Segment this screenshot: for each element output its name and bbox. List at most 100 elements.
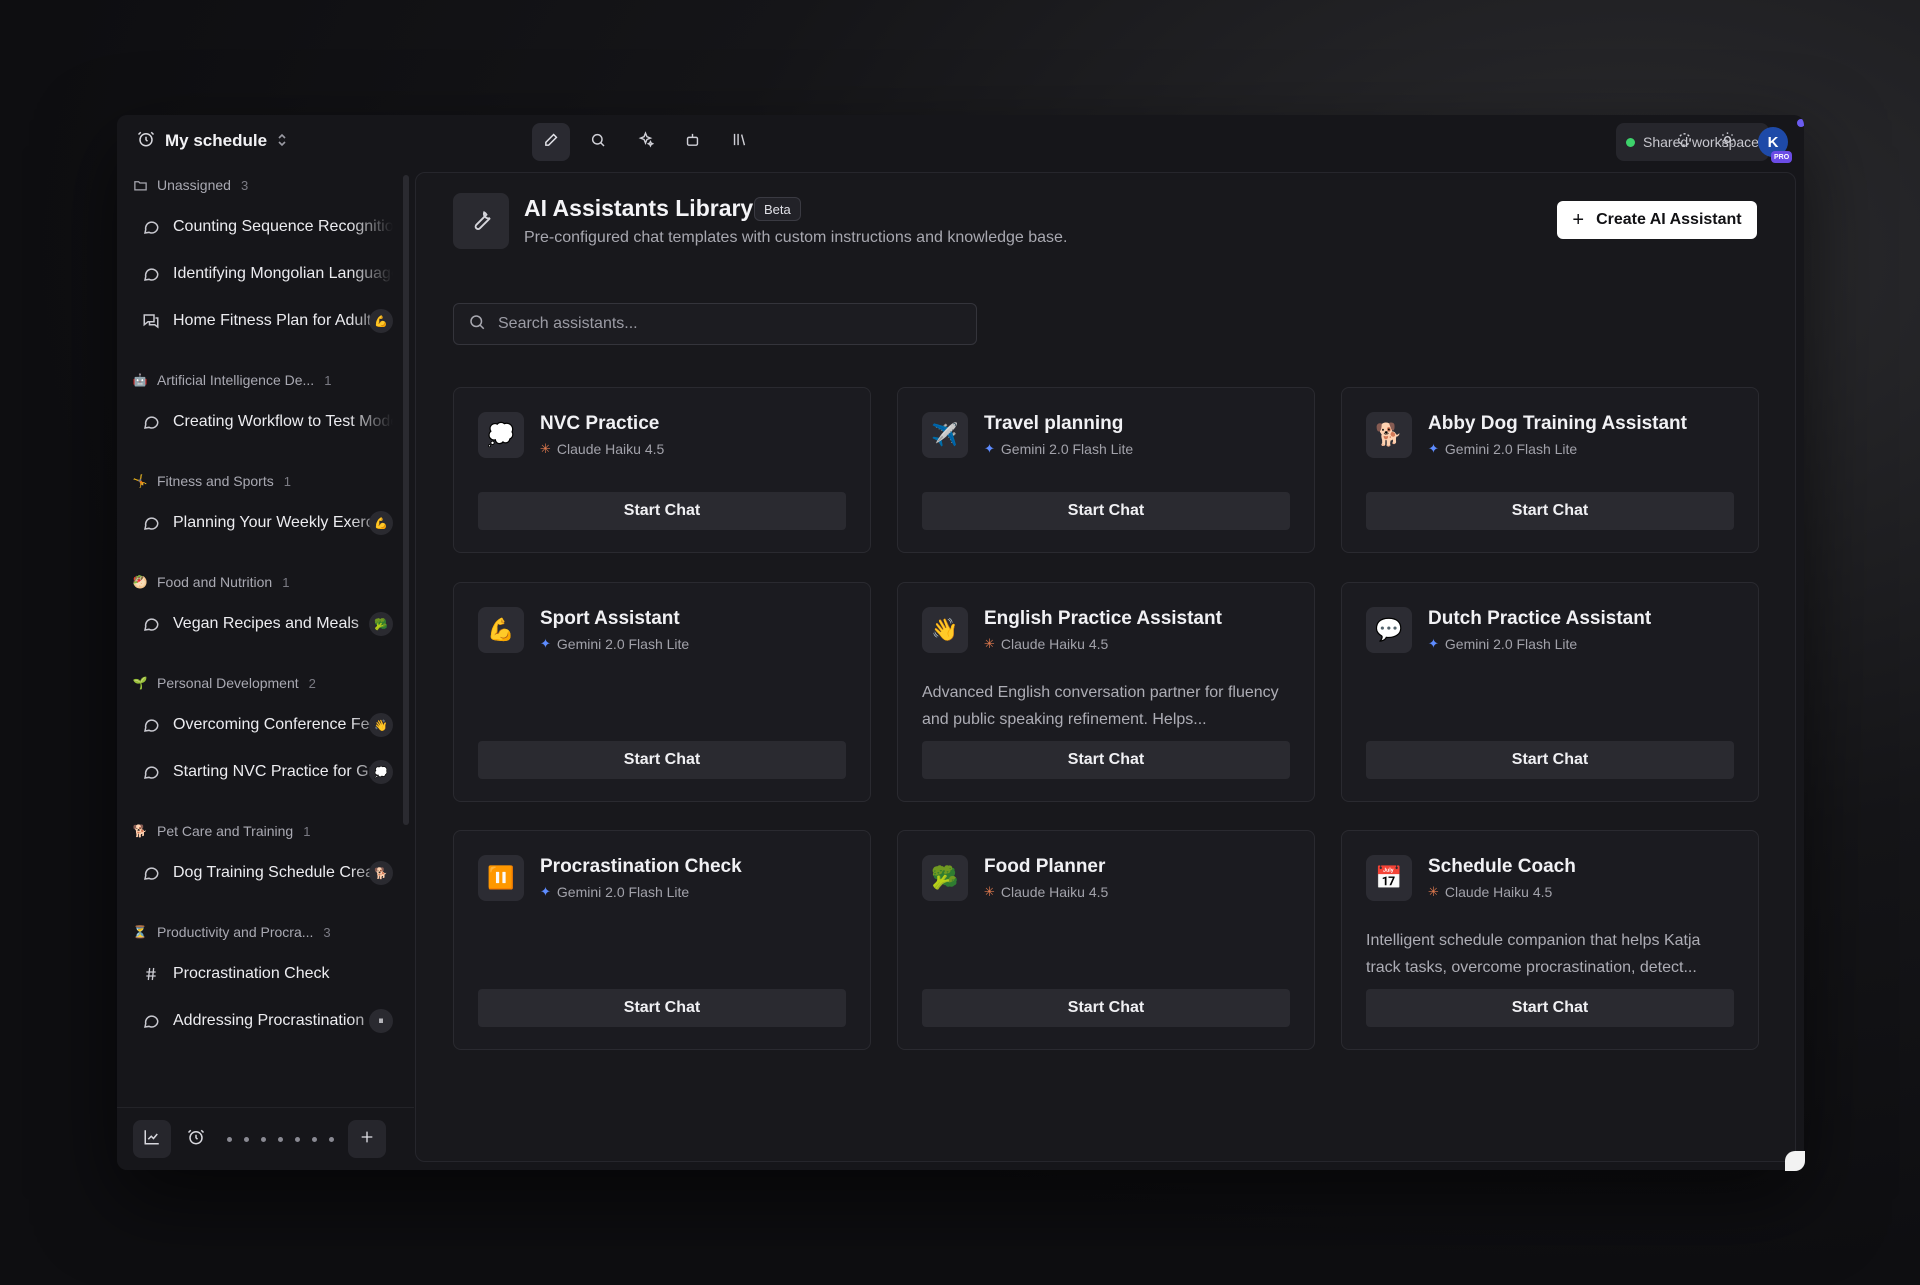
workspace-dot[interactable] (244, 1136, 249, 1142)
library-icon (731, 131, 748, 153)
workflow-button[interactable] (673, 123, 711, 161)
assistant-card[interactable]: 👋 English Practice Assistant ✳ Claude Haiku… (897, 582, 1315, 802)
food-icon: 🥙 (132, 575, 148, 589)
start-chat-button[interactable]: Start Chat (478, 492, 846, 530)
sidebar-chat-item[interactable]: Counting Sequence Recognition (117, 203, 407, 250)
page-title: AI Assistants Library (524, 195, 754, 221)
sidebar-chat-item[interactable]: Identifying Mongolian Language (117, 250, 407, 297)
sidebar-group-count: 1 (303, 823, 311, 839)
sync-button[interactable] (1665, 123, 1703, 161)
assistant-card[interactable]: 🥦 Food Planner ✳ Claude Haiku 4.5 Start Chat (897, 830, 1315, 1050)
assistant-card[interactable]: 📅 Schedule Coach ✳ Claude Haiku 4.5 Intellig… (1341, 830, 1759, 1050)
sidebar-chat-item[interactable]: Procrastination Check (117, 950, 407, 997)
sidebar-scrollbar[interactable] (403, 175, 409, 825)
pause-icon: ⏸ (369, 1009, 393, 1033)
hash-icon (141, 964, 161, 984)
start-chat-button[interactable]: Start Chat (922, 989, 1290, 1027)
header-icon-box (453, 193, 509, 249)
chat-bubble-icon (141, 1011, 161, 1031)
assistant-model: ✳ Claude Haiku 4.5 (984, 884, 1108, 900)
workspace-dot[interactable] (295, 1136, 300, 1142)
assistant-model: ✦ Gemini 2.0 Flash Lite (984, 441, 1133, 457)
workspace-title: My schedule (165, 131, 268, 150)
assistant-card[interactable]: ✈️ Travel planning ✦ Gemini 2.0 Flash Lite S… (897, 387, 1315, 553)
assistant-name: English Practice Assistant (984, 608, 1222, 629)
sidebar-chat-title: Creating Workflow to Test Models (173, 412, 393, 430)
speech-bubble-icon: 💬 (1366, 607, 1412, 653)
sidebar-chat-item[interactable]: Home Fitness Plan for Adults 💪 (117, 297, 407, 344)
stats-button[interactable] (133, 1120, 171, 1158)
sidebar-chat-item[interactable]: Addressing Procrastination ⏸ (117, 997, 407, 1044)
start-chat-button[interactable]: Start Chat (478, 989, 846, 1027)
sidebar-group[interactable]: ⏳ Productivity and Procra... 3 (117, 914, 407, 950)
schedule-workspace-button[interactable] (177, 1120, 215, 1158)
assistant-name: Food Planner (984, 856, 1106, 877)
start-chat-button[interactable]: Start Chat (1366, 741, 1734, 779)
sidebar-chat-item[interactable]: Dog Training Schedule Creation 🐕 (117, 849, 407, 896)
create-assistant-button[interactable]: + Create AI Assistant (1557, 201, 1757, 239)
chat-bubble-icon (141, 863, 161, 883)
start-chat-button[interactable]: Start Chat (922, 741, 1290, 779)
start-chat-button[interactable]: Start Chat (922, 492, 1290, 530)
start-chat-button[interactable]: Start Chat (478, 741, 846, 779)
sidebar-group[interactable]: 🐕 Pet Care and Training 1 (117, 813, 407, 849)
add-workspace-button[interactable] (348, 1120, 386, 1158)
alarm-clock-icon (187, 1128, 205, 1151)
search-bar[interactable] (453, 303, 977, 345)
chat-bubble-icon (141, 762, 161, 782)
chat-bubble-icon (141, 264, 161, 284)
assistant-card[interactable]: 💪 Sport Assistant ✦ Gemini 2.0 Flash Lite St… (453, 582, 871, 802)
new-chat-button[interactable] (532, 123, 570, 161)
start-chat-button[interactable]: Start Chat (1366, 492, 1734, 530)
search-button[interactable] (579, 123, 617, 161)
chat-bubble-icon (141, 715, 161, 735)
ai-assistants-button[interactable] (626, 123, 664, 161)
arm-icon: 💪 (478, 607, 524, 653)
arm-icon: 💪 (369, 309, 393, 333)
sidebar-group[interactable]: 🌱 Personal Development 2 (117, 665, 407, 701)
sidebar-chat-title: Starting NVC Practice for Growth (173, 762, 393, 780)
gemini-logo-icon: ✦ (1428, 441, 1439, 456)
assistant-card[interactable]: 💭 NVC Practice ✳ Claude Haiku 4.5 Start Chat (453, 387, 871, 553)
assistant-model-name: Claude Haiku 4.5 (1444, 884, 1553, 900)
theme-toggle-button[interactable] (1708, 123, 1746, 161)
sidebar-chat-item[interactable]: Starting NVC Practice for Growth 💭 (117, 748, 407, 795)
workspace-dot[interactable] (227, 1136, 232, 1142)
sidebar-group-count: 1 (283, 473, 291, 489)
gemini-logo-icon: ✦ (540, 636, 551, 651)
sidebar-group[interactable]: 🤸 Fitness and Sports 1 (117, 463, 407, 499)
sidebar-chat-item[interactable]: Vegan Recipes and Meals 🥦 (117, 600, 407, 647)
workspace-dot[interactable] (312, 1136, 317, 1142)
library-button[interactable] (720, 123, 758, 161)
workspace-dot[interactable] (261, 1136, 266, 1142)
seedling-icon: 🌱 (132, 676, 148, 690)
sidebar-chat-item[interactable]: Overcoming Conference Fear 👋 (117, 701, 407, 748)
assistant-card[interactable]: ⏸️ Procrastination Check ✦ Gemini 2.0 Flash… (453, 830, 871, 1050)
assistant-model-name: Gemini 2.0 Flash Lite (556, 636, 690, 652)
create-assistant-label: Create AI Assistant (1596, 211, 1742, 228)
sidebar-group-name: Productivity and Procra... (157, 924, 314, 940)
corner-tab[interactable] (1785, 1151, 1805, 1171)
sidebar-group[interactable]: 🥙 Food and Nutrition 1 (117, 564, 407, 600)
folder-icon (131, 176, 149, 194)
sidebar-chat-item[interactable]: Creating Workflow to Test Models (117, 398, 407, 445)
workspace-switcher[interactable]: My schedule (117, 115, 414, 167)
robot-icon: 🤖 (132, 373, 148, 387)
workspace-dot[interactable] (278, 1136, 283, 1142)
search-input[interactable] (498, 315, 958, 333)
sidebar-group[interactable]: Unassigned 3 (117, 167, 407, 203)
sidebar-chat-item[interactable]: Planning Your Weekly Exercise 💪 (117, 499, 407, 546)
pro-badge: PRO (1771, 151, 1793, 163)
sidebar-chat-title: Identifying Mongolian Language (173, 264, 393, 282)
assistant-description: Advanced English conversation partner fo… (922, 684, 1279, 728)
assistant-card[interactable]: 💬 Dutch Practice Assistant ✦ Gemini 2.0 Fla… (1341, 582, 1759, 802)
broccoli-icon: 🥦 (922, 855, 968, 901)
assistant-card[interactable]: 🐕 Abby Dog Training Assistant ✦ Gemini 2.0 … (1341, 387, 1759, 553)
start-chat-button[interactable]: Start Chat (1366, 989, 1734, 1027)
sidebar-group[interactable]: 🤖 Artificial Intelligence De... 1 (117, 362, 407, 398)
workspace-dot[interactable] (329, 1136, 334, 1142)
claude-logo-icon: ✳ (984, 636, 995, 651)
